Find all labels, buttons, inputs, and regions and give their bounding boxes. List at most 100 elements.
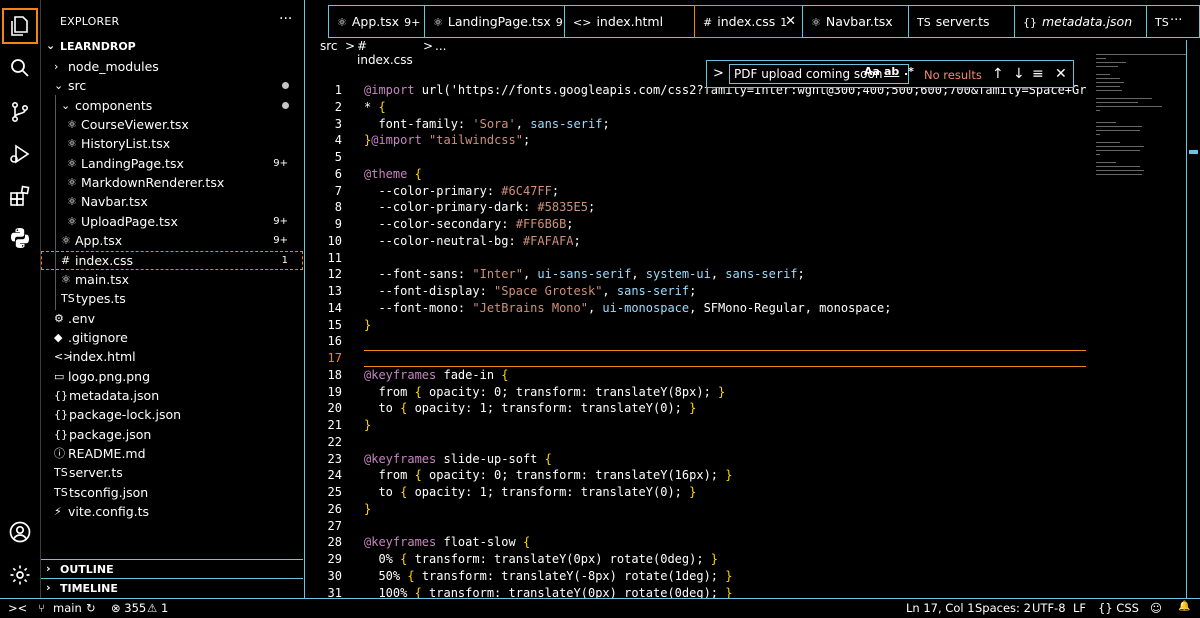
cursor-position[interactable]: Ln 17, Col 1 (906, 601, 975, 615)
sync-icon[interactable]: ↻ (86, 601, 96, 615)
file-type-icon: # (61, 253, 71, 267)
file-item[interactable]: {} package.json (41, 425, 303, 444)
file-item[interactable]: ⚛ main.tsx (41, 270, 303, 289)
file-type-icon: ⚛ (67, 156, 77, 170)
file-item[interactable]: ◆ .gitignore (41, 328, 303, 347)
file-item[interactable]: ⚛ LandingPage.tsx 9+ (41, 154, 303, 173)
tree-item-label: types.ts (76, 291, 126, 307)
encoding[interactable]: UTF-8 (1032, 601, 1066, 615)
editor-tab[interactable]: ⚛LandingPage.tsx9+ (424, 5, 565, 38)
file-item[interactable]: <> index.html (41, 347, 303, 366)
indentation[interactable]: Spaces: 2 (975, 601, 1031, 615)
remote-icon[interactable]: >< (8, 601, 27, 615)
folder-item[interactable]: › node_modules (41, 57, 303, 76)
line-number: 5 (334, 150, 342, 164)
editor-tab[interactable]: ⚛ App.tsx 9+ (328, 5, 425, 38)
code-line: * { (364, 99, 386, 114)
tree-item-label: .gitignore (68, 329, 128, 345)
minimap-line (1096, 98, 1152, 99)
end-of-line[interactable]: LF (1073, 601, 1086, 615)
next-match-button[interactable]: ↓ (1013, 66, 1025, 82)
outline-section-header[interactable]: › OUTLINE (41, 559, 303, 579)
file-item[interactable]: ⓘ README.md (41, 444, 303, 463)
editor-tab[interactable]: # index.css 1 ✕ (694, 5, 803, 38)
tabs-more-icon[interactable]: ··· (1170, 13, 1182, 28)
close-tab-icon[interactable]: ✕ (785, 6, 796, 37)
line-number: 11 (327, 250, 342, 265)
explorer-icon[interactable] (0, 6, 40, 46)
tree-item-label: package-lock.json (69, 407, 182, 423)
account-icon[interactable] (0, 512, 40, 552)
minimap-line (1096, 170, 1144, 171)
folder-item[interactable]: ⌄ src (41, 76, 303, 95)
warnings-count[interactable]: ⚠ 1 (147, 601, 168, 615)
file-item[interactable]: {} package-lock.json (41, 405, 303, 424)
manage-gear-icon[interactable] (0, 555, 40, 595)
language-mode[interactable]: {} CSS (1098, 601, 1139, 615)
file-item[interactable]: ⚛ CourseViewer.tsx (41, 115, 303, 134)
code-line: to { opacity: 1; transform: translateY(0… (364, 485, 697, 499)
tree-item-label: src (68, 78, 87, 94)
search-icon[interactable] (0, 48, 40, 88)
branch-name[interactable]: main (53, 601, 82, 615)
file-item[interactable]: TS server.ts (41, 463, 303, 482)
file-item[interactable]: ⚙ .env (41, 309, 303, 328)
editor-tab[interactable]: {} metadata.json (1014, 5, 1147, 38)
file-item[interactable]: ⚛ UploadPage.tsx 9+ (41, 212, 303, 231)
file-item[interactable]: ⚛ App.tsx 9+ (41, 231, 303, 250)
file-item[interactable]: ⚛ MarkdownRenderer.tsx (41, 173, 303, 192)
code-line: from { opacity: 0; transform: translateY… (364, 384, 726, 399)
python-icon[interactable] (0, 218, 40, 258)
folder-item[interactable]: ⌄ components (41, 96, 303, 115)
source-control-icon[interactable] (0, 92, 40, 132)
copilot-icon[interactable]: ☺ (1150, 601, 1162, 615)
errors-count[interactable]: ⊗ 355 (111, 601, 146, 615)
chevron-right-icon: › (46, 562, 51, 575)
regex-button[interactable]: .* (904, 65, 914, 78)
match-word-button[interactable]: ab (884, 65, 899, 78)
file-type-icon: ⚛ (61, 272, 71, 286)
file-item[interactable]: ⚛ Navbar.tsx (41, 192, 303, 211)
file-item[interactable]: ▭ logo.png.png (41, 367, 303, 386)
file-item[interactable]: ⚡ vite.config.ts (41, 502, 303, 521)
file-item[interactable]: TS types.ts (41, 289, 303, 308)
file-item[interactable]: TS tsconfig.json (41, 483, 303, 502)
notifications-bell-icon[interactable]: 🔔 (1178, 601, 1190, 612)
match-case-button[interactable]: Aa (864, 65, 880, 78)
project-section-header[interactable]: ⌄ LEARNDROP (41, 38, 303, 57)
code-line: from { opacity: 0; transform: translateY… (364, 468, 733, 483)
editor-tab[interactable]: ⚛ Navbar.tsx (802, 5, 909, 38)
previous-match-button[interactable]: ↑ (992, 66, 1004, 82)
tab-label: index.css (717, 14, 776, 29)
file-type-icon: ⚙ (54, 311, 64, 325)
file-type-icon: ⚛ (67, 118, 77, 132)
breadcrumb-item[interactable]: # index.css (357, 39, 413, 67)
file-item[interactable]: # index.css 1 (41, 250, 303, 270)
find-in-selection-button[interactable]: ≡ (1032, 66, 1044, 82)
minimap[interactable] (1092, 50, 1186, 190)
file-item[interactable]: ⚛ HistoryList.tsx (41, 134, 303, 153)
minimap-line (1096, 122, 1116, 123)
vertical-scrollbar[interactable] (1186, 40, 1200, 600)
extensions-icon[interactable] (0, 176, 40, 216)
file-type-icon: <> (573, 16, 592, 29)
file-type-icon: ⚛ (811, 16, 821, 29)
file-type-icon: ▭ (54, 369, 65, 383)
find-results-count: No results (924, 68, 982, 82)
file-item[interactable]: {} metadata.json (41, 386, 303, 405)
code-line: @keyframes fade-in { (364, 367, 509, 382)
explorer-more-icon[interactable]: ··· (279, 11, 292, 27)
chevron-down-icon: ⌄ (46, 39, 56, 52)
toggle-replace-icon[interactable]: > (713, 66, 724, 81)
minimap-line (1096, 86, 1120, 87)
editor-tab[interactable]: <> index.html (564, 5, 695, 38)
find-input[interactable]: PDF upload coming soon (729, 64, 909, 84)
close-find-button[interactable]: ✕ (1055, 66, 1067, 82)
editor-tab[interactable]: TS server.ts (908, 5, 1015, 38)
find-widget: > PDF upload coming soon Aa ab .* No res… (706, 60, 1074, 88)
breadcrumb-item[interactable]: src (320, 39, 338, 53)
timeline-section-header[interactable]: › TIMELINE (41, 578, 303, 598)
breadcrumb-item[interactable]: ... (435, 39, 446, 53)
run-debug-icon[interactable] (0, 134, 40, 174)
code-editor[interactable]: 1 @import url('https://fonts.googleapis.c… (306, 80, 1086, 600)
